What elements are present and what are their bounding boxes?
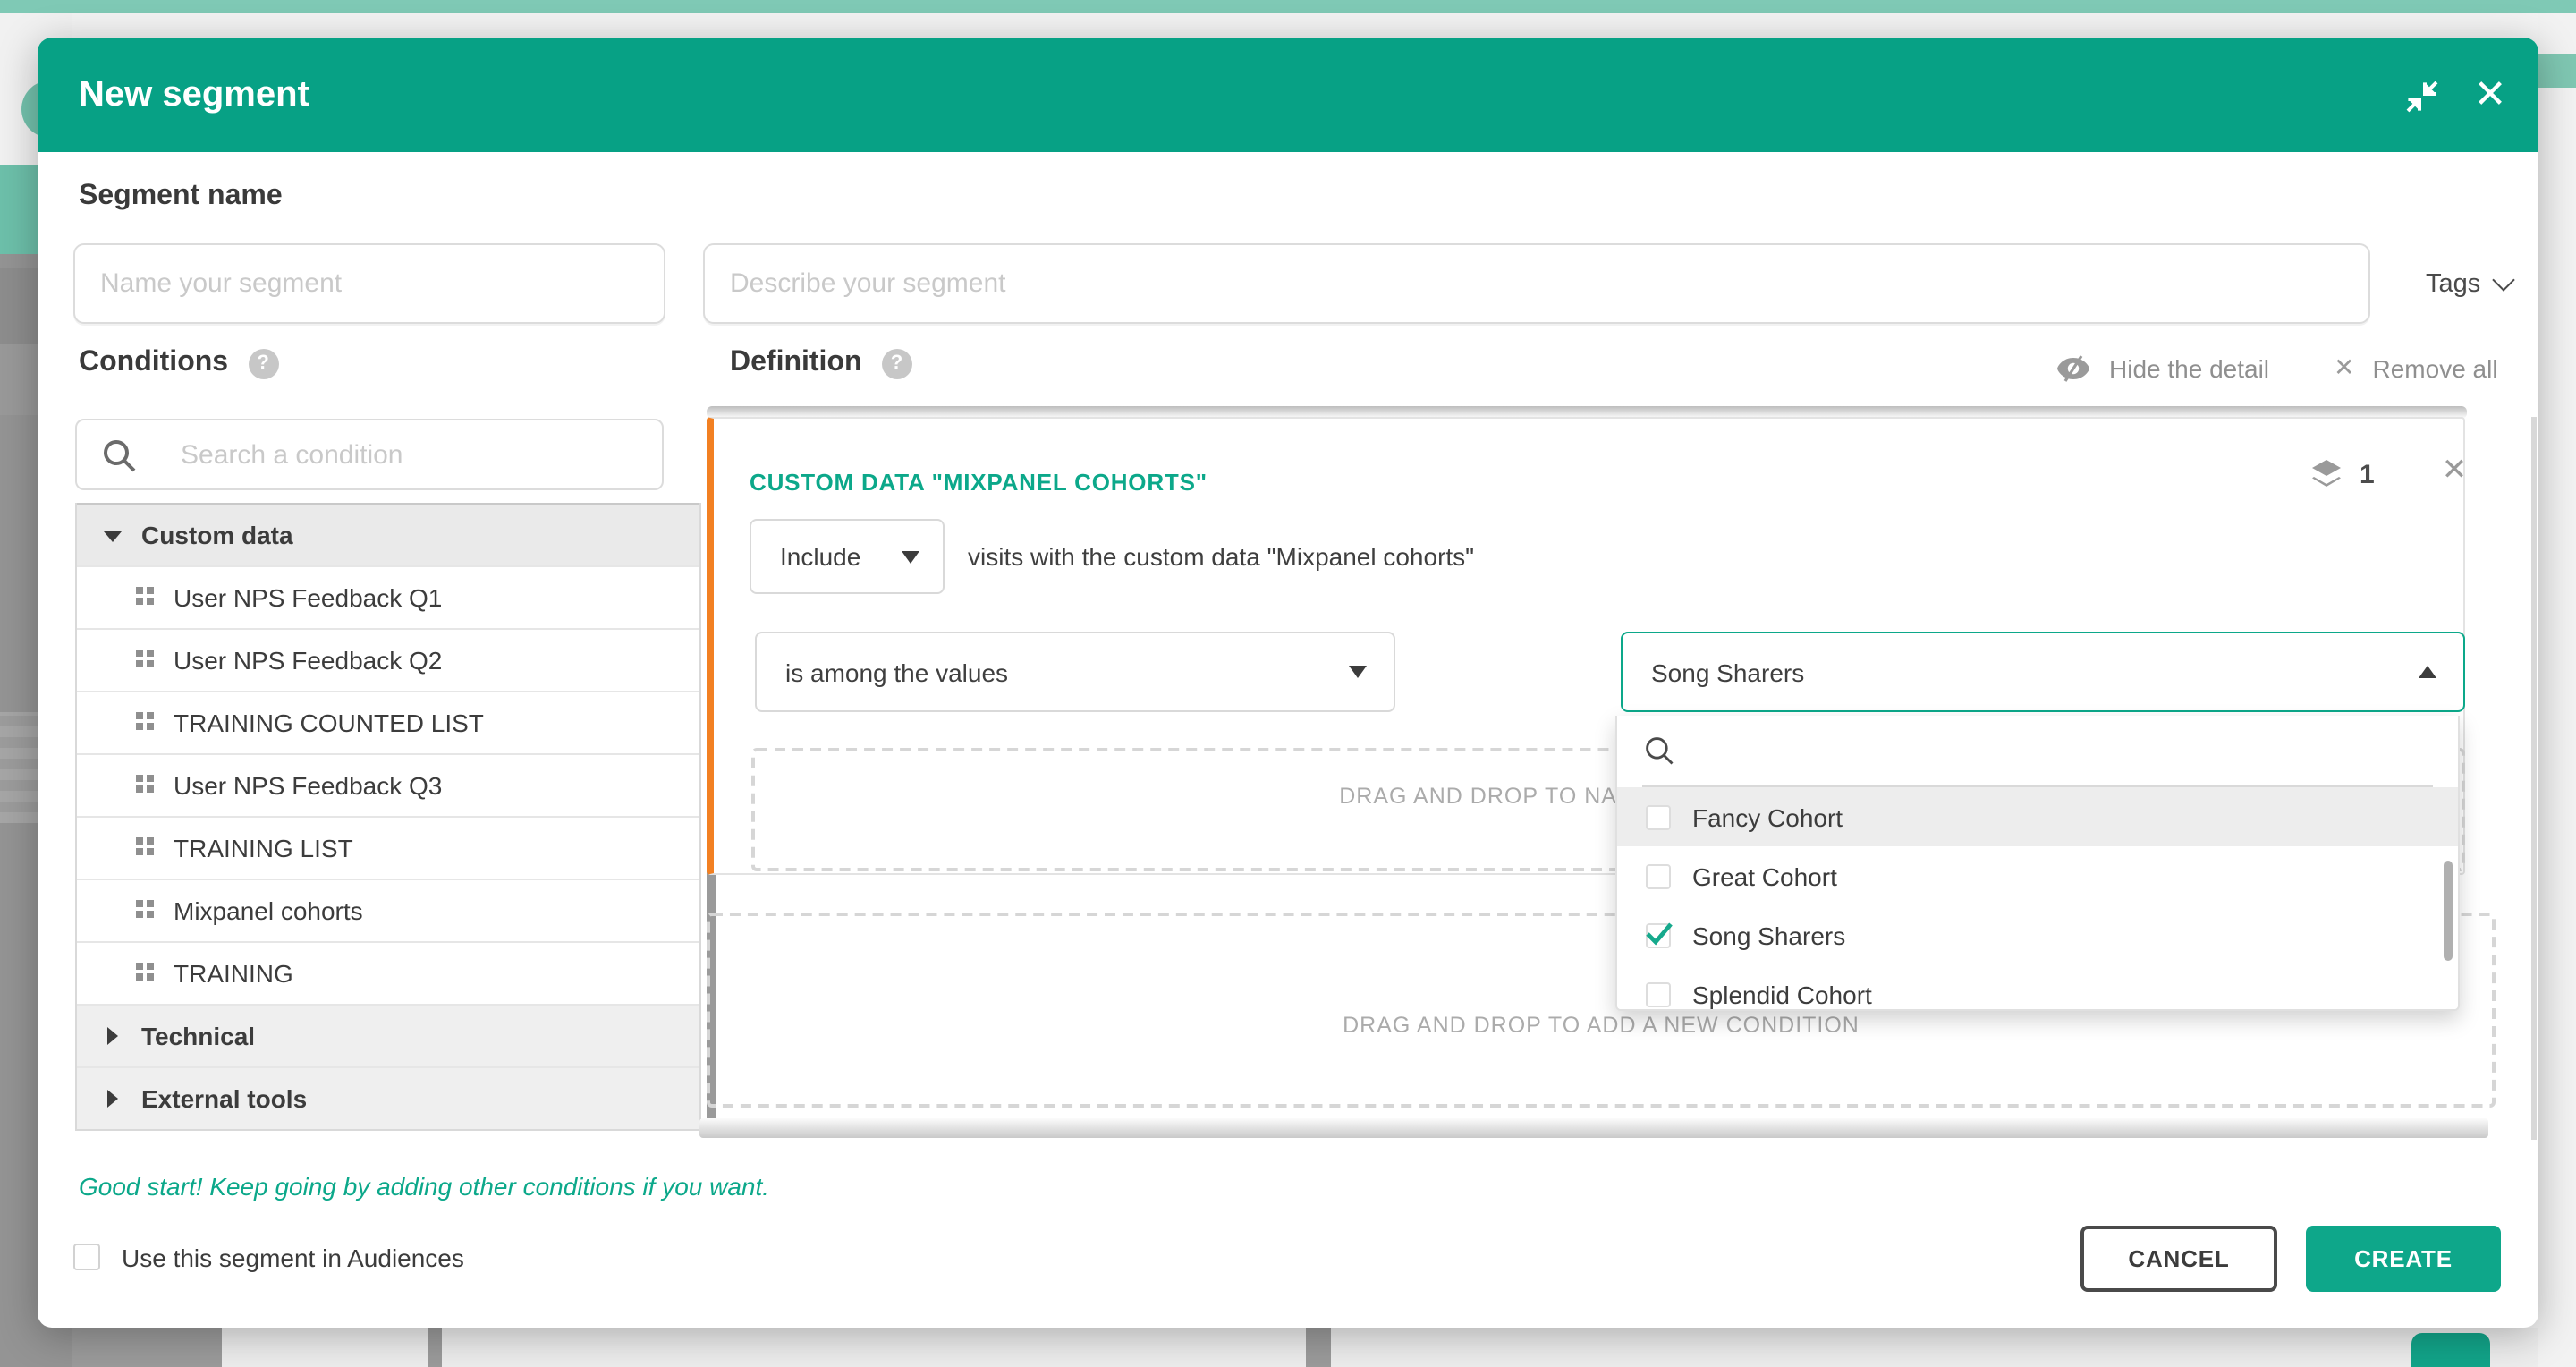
drag-handle-icon [136, 712, 154, 734]
group-technical[interactable]: Technical [77, 1004, 699, 1066]
option-song-sharers[interactable]: Song Sharers [1617, 905, 2458, 964]
value-dropdown-panel: Fancy Cohort Great Cohort Song Sharers S… [1615, 716, 2460, 1011]
condition-search-input[interactable] [181, 420, 646, 488]
dropdown-arrow-up-icon [2419, 666, 2436, 678]
caret-right-icon [107, 1090, 118, 1108]
condition-item[interactable]: User NPS Feedback Q1 [77, 565, 699, 628]
modal-header: New segment ✕ [38, 38, 2538, 152]
condition-item[interactable]: TRAINING COUNTED LIST [77, 691, 699, 753]
background-fragment [428, 1328, 442, 1367]
option-fancy-cohort[interactable]: Fancy Cohort [1617, 787, 2458, 846]
condition-item[interactable]: Mixpanel cohorts [77, 879, 699, 941]
screen: New segment ✕ Segment name Tags Conditio… [0, 0, 2576, 1367]
help-icon[interactable]: ? [882, 348, 912, 378]
remove-condition-icon[interactable]: ✕ [2435, 451, 2474, 490]
background-topbar-fragment [2538, 54, 2576, 88]
definition-bottom-scrollbar[interactable] [699, 1118, 2488, 1138]
background-bottom-area [72, 1328, 2538, 1367]
audiences-label: Use this segment in Audiences [122, 1244, 464, 1272]
create-button[interactable]: CREATE [2306, 1226, 2501, 1292]
operator-dropdown[interactable]: is among the values [755, 632, 1395, 712]
collapse-icon[interactable] [2402, 77, 2442, 116]
modal-title: New segment [79, 38, 309, 152]
drop-zone-hint: DRAG AND DROP TO NA [714, 784, 1617, 809]
value-multiselect[interactable]: Song Sharers [1621, 632, 2465, 712]
cancel-button[interactable]: CANCEL [2080, 1226, 2277, 1292]
help-icon[interactable]: ? [248, 348, 278, 378]
audiences-checkbox[interactable] [73, 1244, 100, 1270]
definition-actions: Hide the detail ✕ Remove all [2055, 352, 2498, 383]
drag-handle-icon [136, 900, 154, 921]
segment-description-input[interactable] [703, 243, 2370, 324]
dropdown-scrollbar-thumb[interactable] [2444, 861, 2453, 961]
remove-all-x-icon: ✕ [2334, 352, 2354, 383]
background-fab-fragment [2411, 1333, 2490, 1367]
checkbox-unchecked[interactable] [1646, 863, 1671, 888]
definition-scrollbar-track[interactable] [2531, 417, 2536, 1140]
search-icon [102, 438, 138, 474]
drag-handle-icon [136, 837, 154, 859]
definition-heading: Definition ? [730, 347, 912, 379]
condition-level-count: 1 [2360, 459, 2375, 489]
drag-handle-icon [136, 963, 154, 984]
condition-card-title: CUSTOM DATA "MIXPANEL COHORTS" [750, 469, 1208, 496]
condition-search-box [75, 419, 664, 490]
dropdown-arrow-icon [902, 550, 919, 563]
layers-icon [2309, 458, 2343, 490]
option-splendid-cohort[interactable]: Splendid Cohort [1617, 964, 2458, 1011]
group-external-tools[interactable]: External tools [77, 1066, 699, 1129]
encouragement-text: Good start! Keep going by adding other c… [79, 1172, 769, 1201]
caret-right-icon [107, 1027, 118, 1045]
condition-item[interactable]: User NPS Feedback Q3 [77, 753, 699, 816]
conditions-list: Custom data User NPS Feedback Q1 User NP… [75, 503, 701, 1131]
search-icon [1644, 735, 1676, 768]
segment-name-input[interactable] [73, 243, 665, 324]
drag-handle-icon [136, 775, 154, 796]
tags-dropdown[interactable]: Tags [2426, 243, 2511, 324]
check-icon [1644, 920, 1674, 947]
drop-zone-new-condition-hint: DRAG AND DROP TO ADD A NEW CONDITION [710, 1013, 2492, 1038]
condition-level: 1 [2309, 458, 2375, 490]
conditions-heading: Conditions ? [79, 347, 278, 379]
dropdown-arrow-icon [1349, 666, 1367, 678]
dropdown-search[interactable] [1617, 716, 2458, 787]
condition-item[interactable]: TRAINING LIST [77, 816, 699, 879]
condition-sentence: visits with the custom data "Mixpanel co… [968, 519, 1474, 594]
eye-off-icon [2055, 353, 2091, 382]
drag-handle-icon [136, 587, 154, 608]
condition-item[interactable]: User NPS Feedback Q2 [77, 628, 699, 691]
close-icon[interactable]: ✕ [2467, 70, 2513, 120]
group-custom-data[interactable]: Custom data [77, 503, 699, 565]
segment-name-label: Segment name [79, 181, 283, 213]
background-fragment [72, 1328, 222, 1367]
checkbox-unchecked[interactable] [1646, 981, 1671, 1006]
condition-item[interactable]: TRAINING [77, 941, 699, 1004]
checkbox-unchecked[interactable] [1646, 804, 1671, 829]
background-top-strip [0, 0, 2576, 13]
remove-all-button[interactable]: Remove all [2373, 353, 2498, 382]
new-segment-modal: New segment ✕ Segment name Tags Conditio… [38, 38, 2538, 1328]
hide-detail-button[interactable]: Hide the detail [2109, 353, 2269, 382]
chevron-down-icon [2492, 268, 2514, 291]
tags-label: Tags [2426, 269, 2480, 298]
background-right-area [2538, 13, 2576, 1367]
drag-handle-icon [136, 650, 154, 671]
include-dropdown[interactable]: Include [750, 519, 945, 594]
option-great-cohort[interactable]: Great Cohort [1617, 846, 2458, 905]
caret-down-icon [104, 531, 122, 542]
background-fragment [1306, 1328, 1331, 1367]
